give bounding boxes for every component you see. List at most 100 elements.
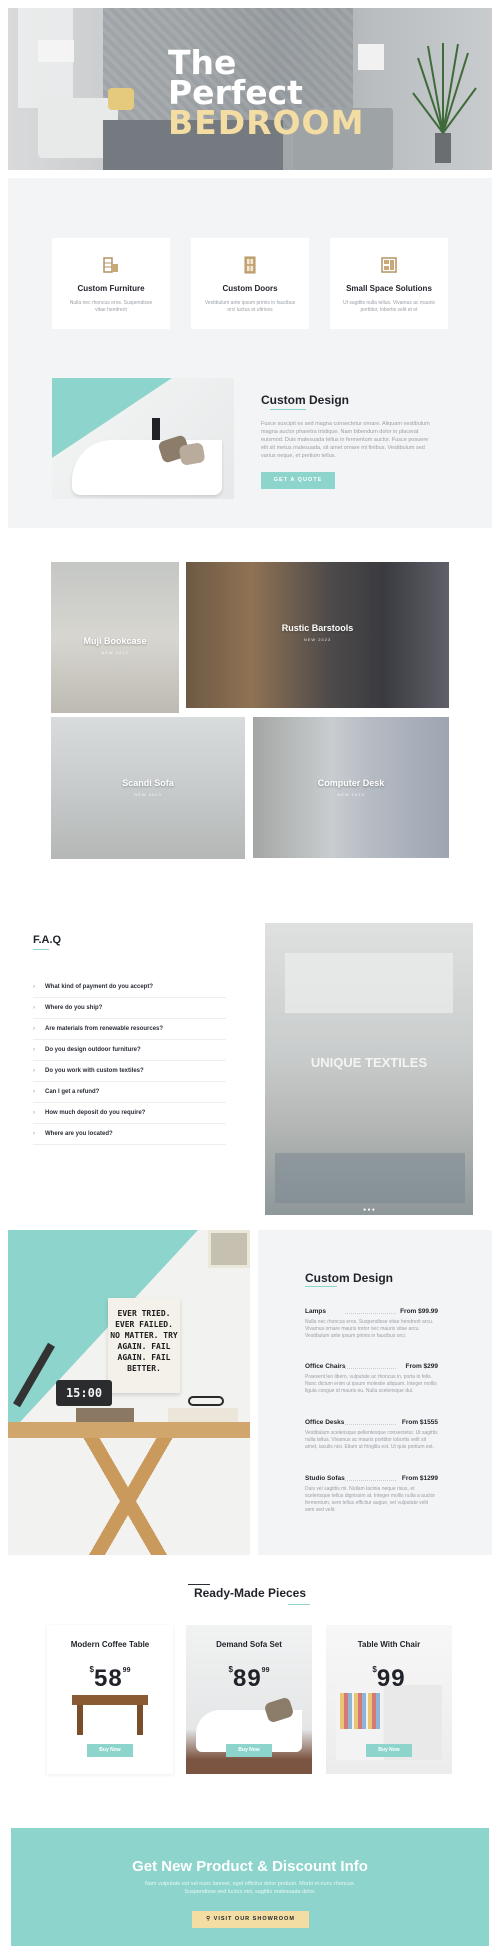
faq-question: How much deposit do you require? (45, 1110, 146, 1116)
glasses-icon (188, 1396, 224, 1406)
buy-now-button[interactable]: Buy Now (87, 1744, 133, 1757)
title-underline (270, 409, 306, 410)
jars (340, 1693, 380, 1729)
space-solution-icon (381, 257, 397, 273)
faq-item[interactable]: › What kind of payment do you accept? (33, 977, 226, 998)
dotted-leader (345, 1424, 396, 1425)
coffee-table-top (72, 1695, 148, 1705)
faq-item[interactable]: › Do you design outdoor furniture? (33, 1040, 226, 1061)
open-book (168, 1408, 238, 1422)
chevron-right-icon: › (33, 1110, 35, 1116)
menu-item-desc: Vestibulum scelerisque pellentesque cons… (305, 1430, 438, 1450)
gallery-item-sub: NEW 2023 (134, 792, 162, 797)
menu-item-name: Studio Sofas (305, 1475, 345, 1482)
product-price: $99 (326, 1665, 452, 1693)
rug (275, 1153, 465, 1203)
desk-top (8, 1422, 250, 1438)
carousel-dots[interactable]: ● ● ● (265, 1207, 473, 1213)
visit-showroom-button[interactable]: ⚲ VISIT OUR SHOWROOM (192, 1911, 309, 1928)
menu-item-name: Office Chairs (305, 1363, 346, 1370)
product-card-coffee-table[interactable]: Modern Coffee Table $5899 Buy Now (47, 1625, 173, 1774)
faq-item[interactable]: › Where do you ship? (33, 998, 226, 1019)
service-card-custom-furniture[interactable]: Custom Furniture Nulla nec rhoncus eros.… (52, 238, 170, 329)
faq-item[interactable]: › Are materials from renewable resources? (33, 1019, 226, 1040)
buy-now-button[interactable]: Buy Now (226, 1744, 272, 1757)
service-card-custom-doors[interactable]: Custom Doors Vestibulum ante ipsum primi… (191, 238, 309, 329)
gallery-item-label: Scandi Sofa (122, 778, 174, 788)
price-whole: 89 (232, 1665, 262, 1692)
newsletter-cta: Get New Product & Discount Info Nam vulp… (11, 1828, 489, 1946)
get-quote-button[interactable]: GET A QUOTE (261, 472, 335, 489)
chevron-right-icon: › (33, 1068, 35, 1074)
table-leg (137, 1705, 143, 1735)
chevron-right-icon: › (33, 1047, 35, 1053)
menu-item-desc: Nulla nec rhoncus eros. Suspendisse vita… (305, 1319, 434, 1339)
gallery-item-scandi-sofa[interactable]: Scandi Sofa NEW 2023 (51, 717, 245, 859)
faq-title: F.A.Q (33, 934, 62, 946)
dotted-leader (345, 1313, 396, 1314)
desk-scene-image: EVER TRIED. EVER FAILED. NO MATTER. TRY … (8, 1230, 250, 1555)
menu-item-price: From $1555 (401, 1419, 438, 1426)
menu-item-desc: Praesent leo libero, vulputate ac rhoncu… (305, 1374, 437, 1394)
furniture-icon (103, 257, 118, 273)
books (76, 1408, 134, 1422)
quote-poster: EVER TRIED. EVER FAILED. NO MATTER. TRY … (108, 1298, 180, 1393)
plant-icon (412, 43, 477, 163)
product-card-table-with-chair[interactable]: Table With Chair $99 Buy Now (326, 1625, 452, 1774)
product-card-sofa-set[interactable]: Demand Sofa Set $8999 Buy Now (186, 1625, 312, 1774)
service-card-small-space[interactable]: Small Space Solutions Ut sagittis nulla … (330, 238, 448, 329)
picture-frame (208, 1230, 250, 1268)
hero-banner: The Perfect BEDROOM (8, 8, 492, 170)
faq-item[interactable]: › Can I get a refund? (33, 1082, 226, 1103)
faq-question: Are materials from renewable resources? (45, 1026, 164, 1032)
menu-item-price: From $299 (405, 1363, 438, 1370)
custom-design-body: Fusce suscipit ex sed magna consectetur … (261, 421, 430, 459)
product-price: $8999 (186, 1665, 312, 1693)
gallery-item-label: Muji Bookcase (83, 636, 147, 646)
service-title: Custom Furniture (77, 284, 145, 293)
custom-design-title: Custom Design (261, 393, 350, 407)
menu-item-studio-sofas: Studio Sofas From $1299 Duis vel sagitti… (305, 1475, 438, 1520)
product-name: Demand Sofa Set (216, 1640, 282, 1649)
faq-question: What kind of payment do you accept? (45, 984, 154, 990)
product-name: Modern Coffee Table (70, 1640, 150, 1649)
desk-legs (28, 1438, 228, 1555)
chevron-right-icon: › (33, 1026, 35, 1032)
chevron-right-icon: › (33, 1131, 35, 1137)
chevron-right-icon: › (33, 1089, 35, 1095)
dotted-leader (345, 1368, 396, 1369)
gallery-item-sub: NEW 2023 (101, 650, 129, 655)
chevron-right-icon: › (33, 984, 35, 990)
product-price: $5899 (47, 1665, 173, 1693)
door-icon (244, 256, 256, 274)
faq-question: Do you work with custom textiles? (45, 1068, 144, 1074)
hero-title-line-3: BEDROOM (168, 103, 365, 142)
menu-item-lamps: Lamps From $99.99 Nulla nec rhoncus eros… (305, 1308, 438, 1353)
gallery-item-rustic-barstools[interactable]: Rustic Barstools NEW 2023 (186, 562, 449, 708)
title-underline (33, 949, 49, 950)
menu-item-name: Lamps (305, 1308, 326, 1315)
gallery-item-computer-desk[interactable]: Computer Desk NEW 2023 (253, 717, 449, 858)
faq-question: Where do you ship? (45, 1005, 103, 1011)
product-name: Table With Chair (357, 1640, 421, 1649)
title-underline (305, 1286, 337, 1287)
menu-item-desc: Duis vel sagittis mi. Nullam lacinia neq… (305, 1486, 436, 1513)
ceiling (285, 953, 453, 1013)
hero-title: The Perfect BEDROOM (168, 46, 388, 142)
faq-item[interactable]: › How much deposit do you require? (33, 1103, 226, 1124)
service-desc: Ut sagittis nulla tellus. Vivamus ac mau… (343, 300, 435, 313)
table-leg (77, 1705, 83, 1735)
menu-item-price: From $99.99 (400, 1308, 438, 1315)
lamp-icon (38, 40, 74, 62)
custom-design-image (52, 378, 234, 499)
service-desc: Vestibulum ante ipsum primis in faucibus… (204, 300, 296, 313)
faq-carousel-image[interactable]: UNIQUE TEXTILES ● ● ● (265, 923, 473, 1215)
gallery-item-muji-bookcase[interactable]: Muji Bookcase NEW 2023 (51, 562, 179, 713)
ready-made-title: Ready-Made Pieces (193, 1586, 307, 1600)
buy-now-button[interactable]: Buy Now (366, 1744, 412, 1757)
dotted-leader (345, 1480, 396, 1481)
clock-icon: 15:00 (56, 1380, 112, 1406)
faq-item[interactable]: › Where are you located? (33, 1124, 226, 1145)
price-whole: 58 (93, 1665, 123, 1692)
faq-item[interactable]: › Do you work with custom textiles? (33, 1061, 226, 1082)
